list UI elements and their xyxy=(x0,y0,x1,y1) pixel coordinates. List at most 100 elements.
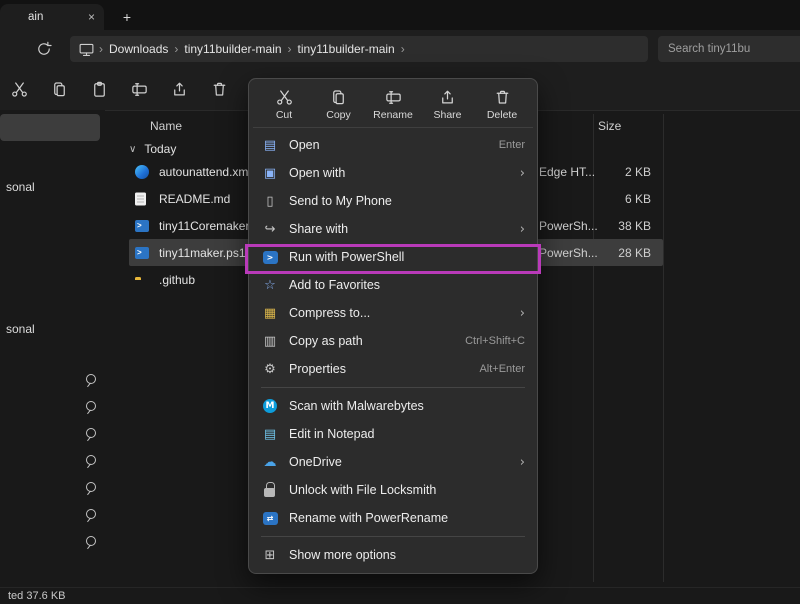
menu-item-scan-with-malwarebytes[interactable]: MScan with Malwarebytes xyxy=(253,392,533,420)
pin-icon xyxy=(86,428,96,438)
phone-icon: ▯ xyxy=(261,193,279,209)
address-breadcrumb-bar[interactable]: › Downloads›tiny11builder-main›tiny11bui… xyxy=(70,36,648,62)
pin-icon xyxy=(86,374,96,384)
menu-item-properties[interactable]: ⚙PropertiesAlt+Enter xyxy=(253,355,533,383)
breadcrumb-item[interactable]: Downloads xyxy=(109,42,168,56)
refresh-button[interactable] xyxy=(32,37,56,61)
quick-action-label: Cut xyxy=(276,109,292,121)
breadcrumb-item[interactable]: tiny11builder-main xyxy=(298,42,395,56)
group-header-today[interactable]: ∨ Today xyxy=(129,138,176,160)
breadcrumb: Downloads›tiny11builder-main›tiny11build… xyxy=(107,42,409,56)
menu-item-copy-as-path[interactable]: ▥ Copy as path Ctrl+Shift+C xyxy=(253,327,533,355)
delete-icon xyxy=(493,88,512,107)
menu-item-label: Open xyxy=(289,138,491,152)
menu-item-label: Copy as path xyxy=(289,334,457,348)
quick-action-label: Delete xyxy=(487,109,517,121)
toolbar-share-button[interactable] xyxy=(168,78,190,100)
menu-item-label: Unlock with File Locksmith xyxy=(289,483,525,497)
open-icon: ▤ xyxy=(261,137,279,153)
menu-item-show-more-options[interactable]: ⊞Show more options xyxy=(253,541,533,569)
copy-icon xyxy=(50,80,69,99)
file-size: 28 KB xyxy=(591,246,651,260)
menu-item-send-to-my-phone[interactable]: ▯ Send to My Phone xyxy=(253,187,533,215)
menu-item-label: Send to My Phone xyxy=(289,194,525,208)
menu-item-add-to-favorites[interactable]: ☆Add to Favorites xyxy=(253,271,533,299)
chevron-right-icon: › xyxy=(99,42,103,56)
pin-icon xyxy=(86,455,96,465)
explorer-tab[interactable]: ain × xyxy=(0,4,104,30)
menu-item-compress-to[interactable]: ▦Compress to...› xyxy=(253,299,533,327)
menu-item-label: Edit in Notepad xyxy=(289,427,525,441)
column-divider xyxy=(663,114,664,582)
menu-item-edit-in-notepad[interactable]: ▤Edit in Notepad xyxy=(253,420,533,448)
menu-item-onedrive[interactable]: ☁OneDrive› xyxy=(253,448,533,476)
share-icon xyxy=(170,80,189,99)
lock-icon xyxy=(261,482,279,498)
column-header-name[interactable]: Name xyxy=(150,119,182,133)
edge-file-icon xyxy=(135,165,149,179)
quick-action-label: Rename xyxy=(373,109,413,121)
toolbar-rename-button[interactable] xyxy=(128,78,150,100)
chevron-right-icon: › xyxy=(520,455,525,470)
chevron-right-icon: › xyxy=(174,42,178,56)
powershell-file-icon xyxy=(135,247,149,259)
shortcut-label: Ctrl+Shift+C xyxy=(465,335,525,347)
chevron-right-icon: › xyxy=(520,306,525,321)
cut-button[interactable]: Cut xyxy=(259,86,309,121)
share-icon xyxy=(438,88,457,107)
group-label: Today xyxy=(144,142,176,156)
context-menu-items: ▤OpenEnter▣Open with›▯Send to My Phone↪S… xyxy=(253,131,533,569)
search-box[interactable]: Search tiny11bu xyxy=(658,36,800,62)
chevron-right-icon: › xyxy=(520,222,525,237)
menu-separator xyxy=(261,387,525,388)
search-placeholder: Search tiny11bu xyxy=(668,43,750,55)
copy-path-icon: ▥ xyxy=(261,333,279,349)
powershell-file-icon xyxy=(135,220,149,232)
share-button[interactable]: Share xyxy=(423,86,473,121)
new-tab-button[interactable]: + xyxy=(116,7,138,27)
menu-item-unlock-with-file-locksmith[interactable]: Unlock with File Locksmith xyxy=(253,476,533,504)
menu-item-share-with[interactable]: ↪Share with› xyxy=(253,215,533,243)
file-name: tiny11maker.ps1 xyxy=(159,246,246,260)
delete-button[interactable]: Delete xyxy=(477,86,527,121)
menu-item-open-with[interactable]: ▣Open with› xyxy=(253,159,533,187)
zip-icon: ▦ xyxy=(261,305,279,321)
quick-actions: Cut Copy Rename Share Delete xyxy=(253,83,533,128)
context-menu: Cut Copy Rename Share Delete ▤OpenEnter▣… xyxy=(248,78,538,574)
file-size: 6 KB xyxy=(591,192,651,206)
copy-icon xyxy=(329,88,348,107)
close-tab-icon[interactable]: × xyxy=(88,10,95,24)
sidebar-item-personal[interactable]: sonal xyxy=(6,180,35,194)
shortcut-label: Enter xyxy=(499,139,525,151)
share-with-icon: ↪ xyxy=(261,221,279,237)
sidebar-pins xyxy=(86,374,96,563)
file-name: .github xyxy=(159,273,195,287)
file-name: README.md xyxy=(159,192,230,206)
toolbar-copy-button[interactable] xyxy=(48,78,70,100)
onedrive-icon: ☁ xyxy=(261,454,279,470)
toolbar-cut-button[interactable] xyxy=(8,78,30,100)
pin-icon xyxy=(86,482,96,492)
menu-item-label: Rename with PowerRename xyxy=(289,511,525,525)
menu-item-label: Add to Favorites xyxy=(289,278,525,292)
chevron-right-icon: › xyxy=(520,166,525,181)
menu-item-open[interactable]: ▤ Open Enter xyxy=(253,131,533,159)
copy-button[interactable]: Copy xyxy=(314,86,364,121)
menu-item-label: Scan with Malwarebytes xyxy=(289,399,525,413)
quick-action-label: Copy xyxy=(326,109,351,121)
sidebar-selected-item[interactable] xyxy=(0,114,100,141)
file-type: PowerSh... xyxy=(539,246,598,260)
toolbar-paste-button[interactable] xyxy=(88,78,110,100)
sidebar-item-personal-2[interactable]: sonal xyxy=(6,322,35,336)
file-size: 2 KB xyxy=(591,165,651,179)
pin-icon xyxy=(86,509,96,519)
breadcrumb-item[interactable]: tiny11builder-main xyxy=(184,42,281,56)
rename-icon xyxy=(130,80,149,99)
toolbar-delete-button[interactable] xyxy=(208,78,230,100)
rename-button[interactable]: Rename xyxy=(368,86,418,121)
column-header-size[interactable]: Size xyxy=(598,119,621,133)
menu-item-rename-with-powerrename[interactable]: ⇄Rename with PowerRename xyxy=(253,504,533,532)
menu-item-label: Open with xyxy=(289,166,512,180)
doc-file-icon xyxy=(135,192,146,205)
rename-icon xyxy=(384,88,403,107)
